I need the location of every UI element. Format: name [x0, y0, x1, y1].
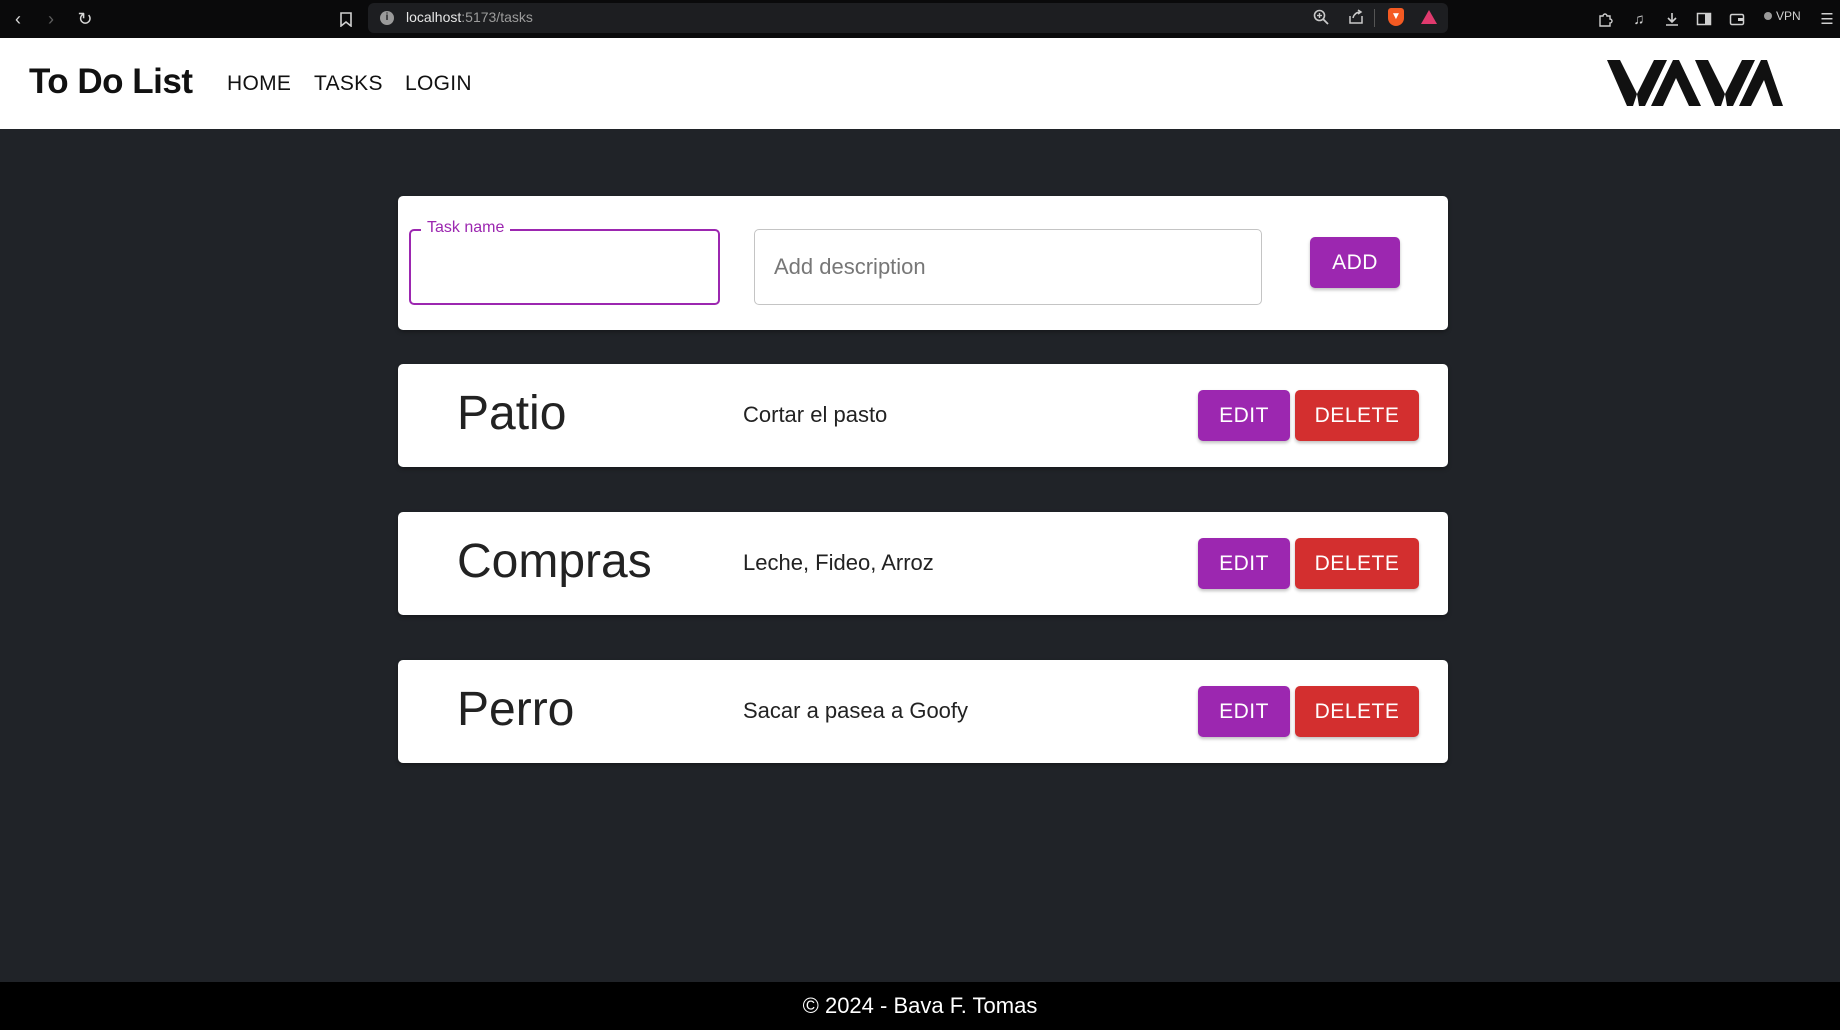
- task-description: Cortar el pasto: [743, 402, 888, 427]
- task-card: Perro Sacar a pasea a Goofy EDIT DELETE: [398, 660, 1448, 763]
- nav-home[interactable]: HOME: [227, 72, 291, 96]
- brave-rewards-icon[interactable]: [1418, 7, 1440, 27]
- task-card: Patio Cortar el pasto EDIT DELETE: [398, 364, 1448, 467]
- add-task-form: Task name ADD: [398, 196, 1448, 330]
- back-icon[interactable]: ‹: [7, 8, 29, 30]
- task-name-field[interactable]: Task name: [409, 219, 720, 305]
- browser-toolbar: ‹ › ↻ i localhost:5173/tasks ▼ ♫ VPN ☰: [0, 0, 1840, 38]
- delete-button[interactable]: DELETE: [1295, 538, 1419, 589]
- wallet-icon[interactable]: [1726, 8, 1748, 30]
- edit-button[interactable]: EDIT: [1198, 390, 1290, 441]
- footer: © 2024 - Bava F. Tomas: [0, 982, 1840, 1030]
- delete-button[interactable]: DELETE: [1295, 686, 1419, 737]
- zoom-icon[interactable]: [1310, 7, 1332, 27]
- app-header: To Do List HOME TASKS LOGIN: [0, 38, 1840, 129]
- nav-tasks[interactable]: TASKS: [314, 72, 383, 96]
- site-info-icon[interactable]: i: [380, 11, 394, 25]
- description-field[interactable]: [754, 229, 1262, 305]
- brave-shield-icon[interactable]: ▼: [1385, 7, 1407, 27]
- bookmark-icon[interactable]: [336, 8, 356, 30]
- add-button[interactable]: ADD: [1310, 237, 1400, 288]
- brand-title[interactable]: To Do List: [29, 62, 193, 102]
- reload-icon[interactable]: ↻: [74, 8, 96, 30]
- vpn-button[interactable]: VPN: [1764, 9, 1801, 23]
- downloads-icon[interactable]: [1661, 8, 1683, 30]
- task-title: Patio: [457, 387, 567, 440]
- sidebar-icon[interactable]: [1693, 8, 1715, 30]
- vpn-label: VPN: [1776, 9, 1801, 23]
- description-input[interactable]: [755, 230, 1261, 304]
- forward-icon[interactable]: ›: [40, 8, 62, 30]
- nav-login[interactable]: LOGIN: [405, 72, 472, 96]
- url-text[interactable]: localhost:5173/tasks: [406, 9, 533, 25]
- share-icon[interactable]: [1345, 7, 1367, 27]
- task-name-input[interactable]: [411, 231, 718, 303]
- menu-icon[interactable]: ☰: [1816, 8, 1838, 30]
- edit-button[interactable]: EDIT: [1198, 538, 1290, 589]
- vpn-status-icon: [1764, 12, 1772, 20]
- extensions-icon[interactable]: [1594, 8, 1616, 30]
- vava-logo: [1607, 60, 1783, 106]
- edit-button[interactable]: EDIT: [1198, 686, 1290, 737]
- media-icon[interactable]: ♫: [1628, 8, 1650, 30]
- footer-text: © 2024 - Bava F. Tomas: [802, 993, 1038, 1018]
- task-card: Compras Leche, Fideo, Arroz EDIT DELETE: [398, 512, 1448, 615]
- task-description: Sacar a pasea a Goofy: [743, 698, 969, 723]
- task-title: Perro: [457, 683, 575, 736]
- task-description: Leche, Fideo, Arroz: [743, 550, 934, 575]
- toolbar-divider: [1374, 9, 1375, 27]
- task-title: Compras: [457, 535, 652, 588]
- delete-button[interactable]: DELETE: [1295, 390, 1419, 441]
